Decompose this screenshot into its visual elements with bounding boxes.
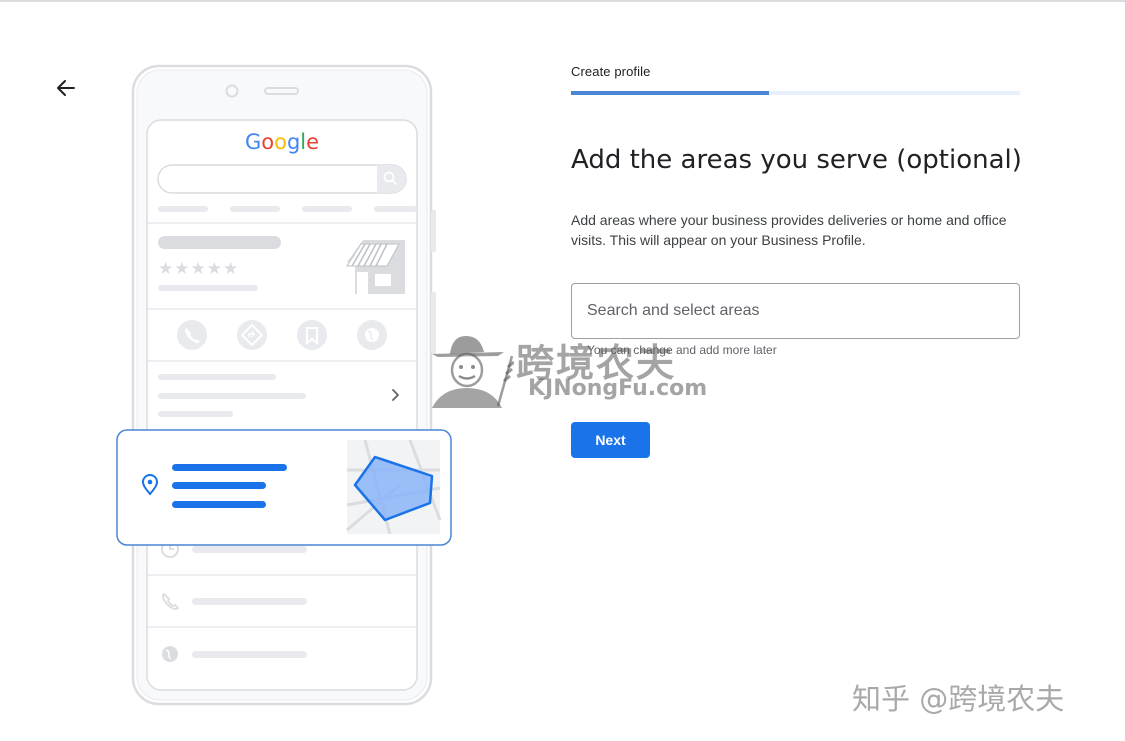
mock-search-bar bbox=[157, 164, 407, 194]
watermark-corner: 知乎 @跨境农夫 bbox=[852, 682, 1065, 716]
google-logo: Google bbox=[245, 130, 319, 154]
watermark-chinese: 跨境农夫 bbox=[516, 341, 677, 385]
watermark-url: KJNongFu.com bbox=[528, 376, 708, 401]
directions-icon bbox=[237, 320, 267, 350]
next-button[interactable]: Next bbox=[571, 422, 650, 458]
phone-illustration: Google ★★★★★ bbox=[116, 64, 452, 706]
helper-text: You can change and add more later bbox=[587, 343, 777, 357]
page-description: Add areas where your business provides d… bbox=[571, 212, 1007, 248]
progress-bar-fill bbox=[571, 91, 769, 95]
area-search-field[interactable] bbox=[571, 283, 1020, 339]
bookmark-icon bbox=[297, 320, 327, 350]
globe-icon bbox=[162, 646, 178, 662]
step-label: Create profile bbox=[571, 64, 651, 79]
area-search-input[interactable] bbox=[587, 284, 1007, 338]
page-title: Add the areas you serve (optional) bbox=[571, 145, 1022, 175]
rating-stars: ★★★★★ bbox=[158, 259, 239, 279]
phone-side-button bbox=[431, 210, 436, 252]
globe-icon bbox=[357, 320, 387, 350]
progress-bar bbox=[571, 91, 1020, 95]
phone-icon bbox=[177, 320, 207, 350]
service-area-map bbox=[346, 439, 442, 535]
